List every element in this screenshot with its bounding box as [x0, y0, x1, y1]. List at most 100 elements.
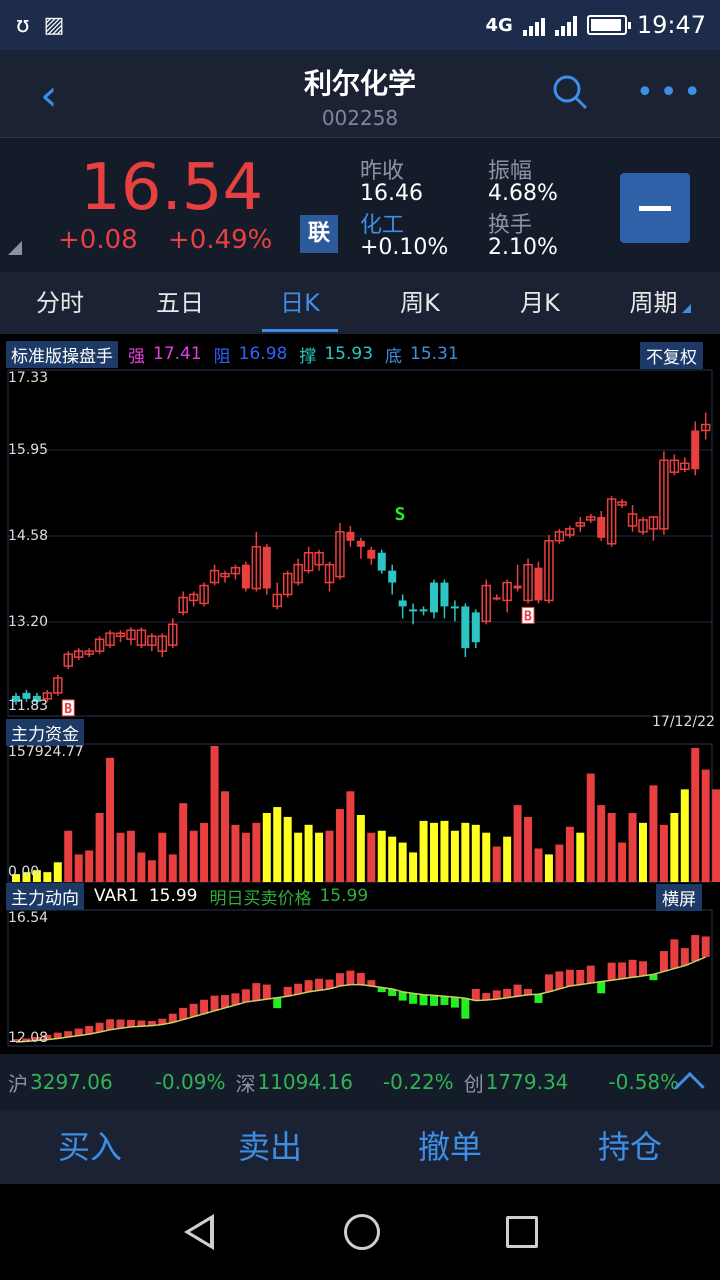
chart-area[interactable]: 标准版操盘手 强 17.41 阻 16.98 撑 15.93 底 15.31 不…: [0, 334, 720, 1054]
search-icon[interactable]: [552, 74, 588, 110]
capital-bar: [252, 822, 261, 882]
buy-button[interactable]: 买入: [0, 1110, 180, 1184]
status-bar: ʊ ▨ 4G 19:47: [0, 0, 720, 50]
trend-bar: [430, 995, 438, 1006]
capital-bar: [304, 824, 313, 882]
index-sz-pct: -0.22%: [382, 1070, 454, 1094]
index-cy-pct: -0.58%: [608, 1070, 680, 1094]
trend-bar: [639, 961, 647, 976]
trend-bar: [231, 993, 240, 1005]
y-label-3: 14.58: [8, 528, 49, 544]
trend-line: [15, 956, 706, 1043]
capital-bar: [147, 860, 156, 882]
capital-bar: [377, 830, 386, 882]
trend-header: 主力动向 VAR1 15.99 明日买卖价格 15.99: [6, 882, 368, 910]
buy-signal: B: [524, 609, 532, 624]
trend-bar: [701, 936, 710, 957]
trend-title[interactable]: 主力动向: [6, 882, 84, 910]
trend-bar: [304, 980, 313, 992]
tab-period[interactable]: 周期: [600, 272, 720, 334]
capital-bar: [461, 822, 470, 882]
notification-icon: ʊ: [16, 12, 30, 38]
capital-bar: [315, 832, 324, 882]
next-price-value: 15.99: [319, 886, 369, 906]
cancel-order-button[interactable]: 撤单: [360, 1110, 540, 1184]
capital-bar: [221, 791, 229, 882]
quote-panel: 16.54 +0.08 +0.49% 联 昨收 16.46 化工 +0.10% …: [0, 139, 720, 271]
candle-body: [367, 549, 376, 559]
nav-recent-icon[interactable]: [506, 1216, 538, 1248]
capital-bar: [53, 862, 62, 882]
candle-body: [461, 606, 470, 649]
capital-bar: [179, 803, 188, 882]
trend-bar: [346, 970, 355, 985]
capital-bar: [639, 822, 647, 882]
trend-bar: [544, 974, 553, 992]
tab-daily-k[interactable]: 日K: [240, 272, 360, 334]
trend-bar: [409, 993, 418, 1004]
trend-bar: [273, 997, 282, 1009]
trend-bar: [106, 1019, 115, 1030]
trend-bar: [200, 999, 209, 1014]
remove-watchlist-button[interactable]: [620, 173, 690, 243]
capital-bar: [64, 830, 73, 882]
nav-back-icon[interactable]: [184, 1214, 214, 1250]
capital-bar: [231, 824, 240, 882]
nav-home-icon[interactable]: [344, 1214, 380, 1250]
tab-five-day[interactable]: 五日: [120, 272, 240, 334]
market-index-bar[interactable]: 沪 3297.06 -0.09% 深 11094.16 -0.22% 创 177…: [0, 1054, 720, 1110]
landscape-button[interactable]: 横屏: [656, 884, 702, 911]
var1-label: VAR1: [94, 886, 139, 906]
capital-bar: [273, 807, 282, 882]
tab-period-label: 周期: [629, 289, 678, 317]
capital-bar: [398, 842, 407, 882]
capital-bar: [471, 824, 480, 882]
index-sh-value: 3297.06: [30, 1070, 113, 1094]
tab-minute[interactable]: 分时: [0, 272, 120, 334]
trend-bar: [116, 1019, 125, 1029]
capital-bar: [513, 805, 522, 882]
more-icon[interactable]: •••: [636, 78, 707, 108]
trend-bar: [210, 995, 219, 1011]
capital-bar: [356, 814, 365, 882]
capital-bar: [482, 832, 491, 882]
candle-body: [450, 606, 459, 609]
linked-badge[interactable]: 联: [300, 215, 338, 253]
trend-bar: [503, 988, 512, 998]
trend-bar: [189, 1003, 198, 1017]
candle-body: [409, 609, 418, 612]
capital-bar: [168, 854, 177, 882]
trend-bar: [95, 1022, 104, 1033]
capital-bar: [576, 832, 585, 882]
trend-bar: [419, 994, 428, 1006]
sell-button[interactable]: 卖出: [180, 1110, 360, 1184]
trend-bar: [691, 935, 700, 962]
capital-bar: [440, 820, 449, 882]
trend-bar: [398, 991, 407, 1001]
capital-bar: [492, 846, 501, 882]
capital-bar: [607, 813, 616, 882]
candle-body: [346, 531, 355, 541]
capital-bar: [126, 830, 135, 882]
capital-bar: [544, 854, 553, 882]
battery-icon: [586, 15, 631, 35]
date-label: 17/12/22: [652, 714, 715, 730]
positions-button[interactable]: 持仓: [540, 1110, 720, 1184]
app-header: ‹ 利尔化学 002258 •••: [0, 50, 720, 138]
trend-bar: [482, 993, 491, 1001]
trend-bar: [440, 996, 449, 1005]
trend-bar: [356, 972, 365, 985]
capital-bar: [325, 830, 334, 882]
trend-bar: [597, 981, 606, 994]
kline-chart[interactable]: S B B: [0, 334, 720, 1054]
tab-monthly-k[interactable]: 月K: [480, 272, 600, 334]
price-change: +0.08: [58, 225, 138, 255]
capital-bar: [586, 773, 595, 882]
y-label-4: 13.20: [8, 614, 49, 630]
corner-triangle-icon[interactable]: [8, 241, 22, 255]
candle-body: [534, 567, 543, 601]
tab-weekly-k[interactable]: 周K: [360, 272, 480, 334]
capital-title[interactable]: 主力资金: [6, 718, 84, 746]
signal-icon: [522, 14, 545, 36]
candle-body: [430, 582, 438, 613]
